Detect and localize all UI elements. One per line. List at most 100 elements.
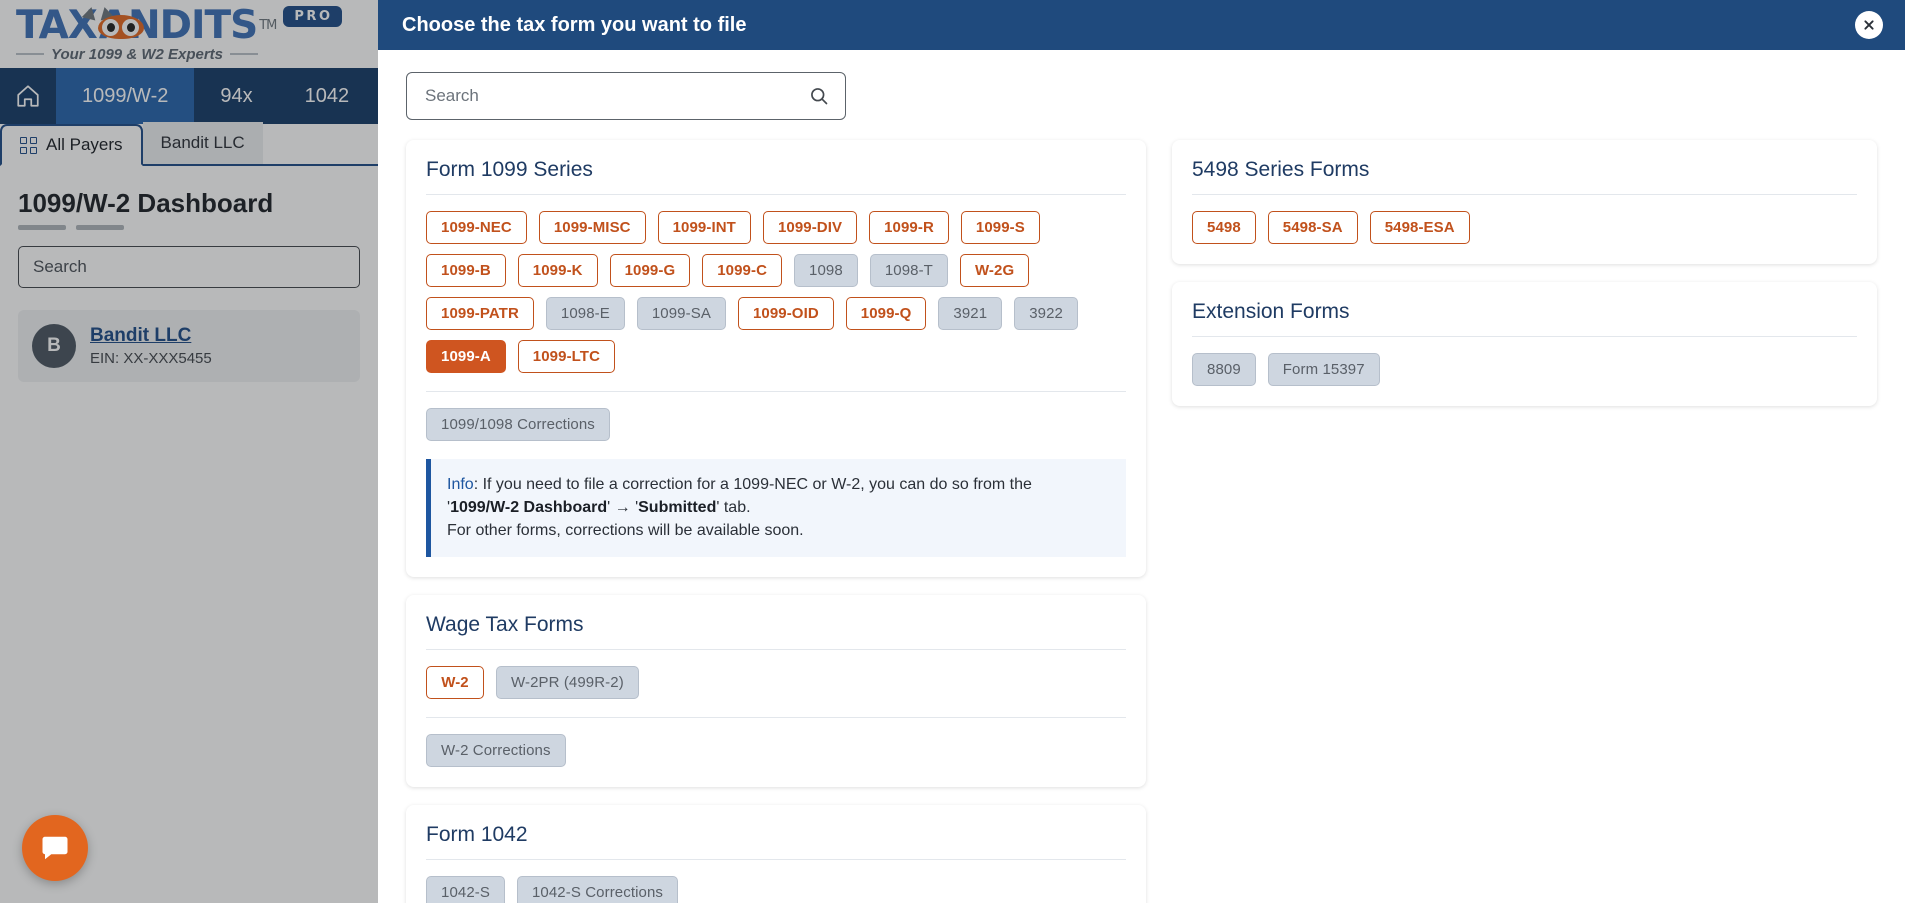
form-chip-1099-misc[interactable]: 1099-MISC [538, 211, 646, 244]
form-chip-group: 8809 Form 15397 [1192, 353, 1857, 386]
close-button[interactable] [1855, 11, 1883, 39]
form-chip-8809: 8809 [1192, 353, 1256, 386]
brand-logo-bar: TAX ANDITS TM PRO Your 1099 & W2 Experts [0, 0, 378, 68]
page-title-underline [18, 225, 360, 230]
form-chip-1099-b[interactable]: 1099-B [426, 254, 506, 287]
corrections-chip-group: 1099/1098 Corrections [426, 408, 1126, 441]
nav-item-1042[interactable]: 1042 [279, 68, 376, 124]
form-chip-5498[interactable]: 5498 [1192, 211, 1256, 244]
section-title: Wage Tax Forms [426, 612, 584, 636]
tab-bandit-llc[interactable]: Bandit LLC [142, 122, 263, 164]
payer-name-link[interactable]: Bandit LLC [90, 325, 212, 348]
chat-support-button[interactable] [22, 815, 88, 881]
section-divider [426, 858, 1126, 860]
tab-label: All Payers [46, 135, 123, 154]
info-dashboard-ref: 1099/W-2 Dashboard [450, 499, 608, 517]
form-chip-1099-div[interactable]: 1099-DIV [762, 211, 858, 244]
form-sections-columns: Form 1099 Series 1099-NEC 1099-MISC 1099-IN… [406, 140, 1877, 903]
nav-item-label: 1042 [304, 84, 350, 107]
form-chip-1099-q[interactable]: 1099-Q [845, 297, 927, 330]
form-search-box[interactable] [406, 72, 846, 120]
form-chip-1099-nec[interactable]: 1099-NEC [426, 211, 527, 244]
section-title: Extension Forms [1192, 300, 1350, 323]
section-divider [426, 194, 1126, 195]
form-chip-1098: 1098 [794, 254, 858, 287]
brand-tagline: Your 1099 & W2 Experts [16, 46, 316, 63]
form-chip-group: 1042-S 1042-S Corrections [426, 875, 1126, 903]
form-chip-w-2g[interactable]: W-2G [959, 254, 1030, 287]
section-sub-divider [426, 716, 1126, 718]
tagline-text: Your 1099 & W2 Experts [51, 45, 224, 63]
info-callout: Info: If you need to file a correction f… [426, 459, 1126, 557]
form-chip-group: 5498 5498-SA 5498-ESA [1192, 211, 1857, 244]
home-icon [17, 85, 39, 107]
pro-badge: PRO [283, 5, 342, 27]
search-icon [811, 88, 828, 105]
info-quote-close: ' tab. [716, 499, 751, 517]
form-chip-1042-s: 1042-S [426, 875, 505, 903]
form-chip-1099-g[interactable]: 1099-G [609, 254, 691, 287]
info-line-1: Info: If you need to file a correction f… [447, 473, 1108, 496]
close-icon [1858, 14, 1880, 36]
nav-item-94x[interactable]: 94x [194, 68, 278, 124]
dashboard-pane: 1099/W-2 Dashboard Search B Bandit LLC E… [0, 166, 378, 903]
form-chip-1099-int[interactable]: 1099-INT [657, 211, 751, 244]
section-sub-divider [426, 391, 1126, 392]
form-chip-group: W-2 W-2PR (499R-2) [426, 665, 1126, 699]
tab-all-payers[interactable]: All Payers [0, 124, 143, 166]
trademark-symbol: TM [259, 17, 277, 33]
form-chip-1099-ltc[interactable]: 1099-LTC [517, 340, 616, 373]
form-chip-1098-t: 1098-T [869, 254, 948, 287]
form-chip-1099-c[interactable]: 1099-C [702, 254, 783, 287]
form-chip-1099-patr[interactable]: 1099-PATR [426, 297, 534, 330]
payer-tab-bar: All Payers Bandit LLC [0, 122, 378, 166]
brand-logo[interactable]: TAX ANDITS TM PRO Your 1099 & W2 Experts [16, 5, 342, 63]
form-chip-1099-s[interactable]: 1099-S [960, 211, 1040, 244]
dashboard-search-input[interactable]: Search [18, 246, 360, 288]
search-input[interactable] [423, 85, 809, 107]
payer-ein: EIN: XX-XXX5455 [90, 350, 212, 368]
form-chip-5498-esa[interactable]: 5498-ESA [1369, 211, 1470, 244]
grid-icon [20, 136, 37, 154]
tagline-rule-left [16, 53, 44, 55]
form-chip-w-2pr-499r-2: W-2PR (499R-2) [496, 665, 639, 699]
form-chip-group: 1099-NEC 1099-MISC 1099-INT 1099-DIV 1099-R 1… [426, 211, 1126, 373]
primary-nav: 1099/W-2 94x 1042 [0, 68, 378, 124]
section-card-wage-tax-forms: Wage Tax Forms W-2 W-2PR (499R-2) W-2 Corre… [406, 594, 1146, 787]
section-title: 5498 Series Forms [1192, 158, 1370, 181]
form-chip-w-2[interactable]: W-2 [426, 665, 484, 699]
info-line-2: '1099/W-2 Dashboard' → 'Submitted' tab. [447, 496, 1108, 519]
section-card-form-1099-series: Form 1099 Series 1099-NEC 1099-MISC 1099-IN… [406, 140, 1146, 577]
section-divider [426, 648, 1126, 650]
choose-tax-form-modal: Choose the tax form you want to file For… [378, 0, 1905, 903]
section-title: Form 1042 [426, 822, 528, 846]
tagline-rule-right [230, 53, 259, 55]
nav-item-label: 94x [220, 84, 253, 107]
form-chip-1099-1098-corrections: 1099/1098 Corrections [426, 408, 610, 441]
form-chip-1099-a[interactable]: 1099-A [426, 340, 506, 373]
info-submitted-ref: Submitted [638, 499, 717, 517]
info-arrow: ' → ' [607, 499, 639, 517]
corrections-chip-group: W-2 Corrections [426, 733, 1126, 767]
right-column: 5498 Series Forms 5498 5498-SA 5498-ESA Exte… [1172, 140, 1877, 424]
form-chip-3921: 3921 [938, 297, 1003, 330]
nav-home-button[interactable] [0, 68, 56, 124]
form-chip-1098-e: 1098-E [545, 297, 625, 330]
nav-item-1099-w2[interactable]: 1099/W-2 [56, 68, 195, 124]
section-divider [1192, 194, 1857, 195]
form-chip-5498-sa[interactable]: 5498-SA [1267, 211, 1358, 244]
section-title: Form 1099 Series [426, 158, 593, 181]
section-card-extension-forms: Extension Forms 8809 Form 15397 [1172, 282, 1877, 406]
form-chip-1099-oid[interactable]: 1099-OID [737, 297, 834, 330]
section-card-5498-series-forms: 5498 Series Forms 5498 5498-SA 5498-ESA [1172, 140, 1877, 264]
form-chip-1099-k[interactable]: 1099-K [517, 254, 598, 287]
section-divider [1192, 336, 1857, 337]
info-line-3: For other forms, corrections will be ava… [447, 522, 804, 540]
info-line-1-text: : If you need to file a correction for a… [473, 476, 1032, 493]
modal-body: Form 1099 Series 1099-NEC 1099-MISC 1099-IN… [378, 50, 1905, 903]
payer-list-item[interactable]: B Bandit LLC EIN: XX-XXX5455 [18, 310, 360, 382]
form-chip-form-15397: Form 15397 [1267, 353, 1380, 386]
form-chip-1099-r[interactable]: 1099-R [869, 211, 949, 244]
chat-bubble-icon [42, 836, 68, 860]
modal-header: Choose the tax form you want to file [378, 0, 1905, 50]
